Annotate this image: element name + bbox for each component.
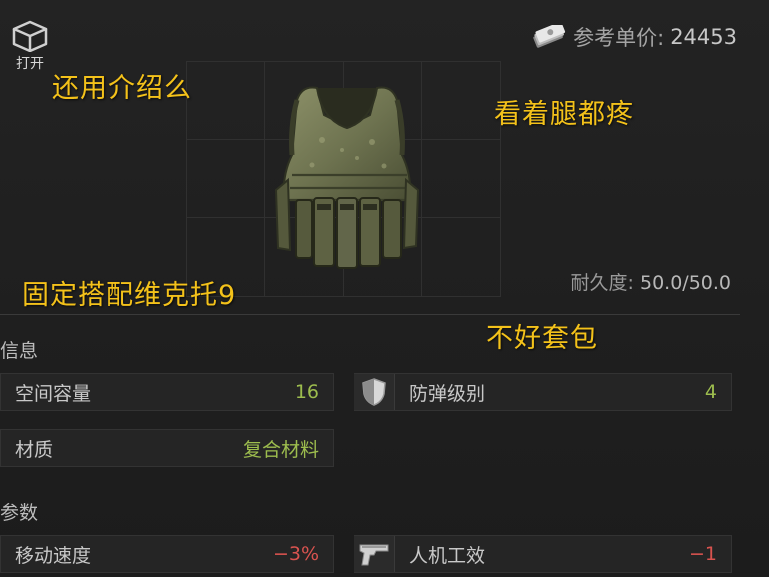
info-section-title: 信息 bbox=[0, 340, 39, 362]
armor-vest-icon bbox=[274, 86, 420, 269]
stat-value: −3% bbox=[272, 543, 319, 565]
caption-top-left: 还用介绍么 bbox=[52, 73, 192, 104]
stat-ergonomics: 人机工效 −1 bbox=[354, 535, 732, 573]
caption-bottom-left: 固定搭配维克托9 bbox=[22, 280, 237, 311]
grid-cell bbox=[421, 60, 501, 140]
open-button[interactable]: 打开 bbox=[8, 20, 52, 73]
stat-move-speed: 移动速度 −3% bbox=[0, 535, 334, 573]
grid-cell bbox=[185, 60, 265, 140]
params-section-title: 参数 bbox=[0, 502, 39, 524]
stat-name: 空间容量 bbox=[15, 382, 92, 405]
reference-price: 参考单价: 24453 bbox=[531, 22, 737, 52]
stat-name: 移动速度 bbox=[15, 544, 92, 567]
durability: 耐久度: 50.0/50.0 bbox=[571, 268, 731, 295]
stat-name: 人机工效 bbox=[409, 544, 486, 567]
pistol-icon bbox=[354, 536, 395, 572]
grid-cell bbox=[421, 217, 501, 297]
shield-icon bbox=[354, 374, 395, 410]
open-label: 打开 bbox=[16, 56, 44, 72]
stat-capacity: 空间容量 16 bbox=[0, 373, 334, 411]
grid-cell bbox=[185, 138, 265, 219]
durability-label: 耐久度: bbox=[570, 272, 634, 294]
grid-cell bbox=[421, 138, 501, 219]
section-divider bbox=[0, 314, 740, 315]
caption-bottom-right: 不好套包 bbox=[486, 323, 598, 354]
durability-value: 50.0/50.0 bbox=[639, 272, 731, 294]
price-value: 24453 bbox=[670, 25, 737, 49]
stat-value: 复合材料 bbox=[242, 438, 319, 461]
stat-material: 材质 复合材料 bbox=[0, 429, 334, 467]
box-icon bbox=[12, 20, 48, 52]
stat-value: −1 bbox=[688, 543, 717, 565]
caption-top-right: 看着腿都疼 bbox=[494, 99, 634, 130]
price-label: 参考单价: bbox=[573, 26, 665, 50]
stat-name: 材质 bbox=[15, 438, 54, 461]
stat-armor-class: 防弹级别 4 bbox=[354, 373, 732, 411]
money-icon bbox=[533, 25, 566, 48]
stat-name: 防弹级别 bbox=[409, 382, 486, 405]
stat-value: 4 bbox=[704, 381, 717, 403]
item-detail-panel: 打开 参考单价: 24453 耐久度: 50.0/50.0 还用介绍么 看着腿都… bbox=[0, 0, 769, 577]
stat-value: 16 bbox=[294, 381, 319, 403]
